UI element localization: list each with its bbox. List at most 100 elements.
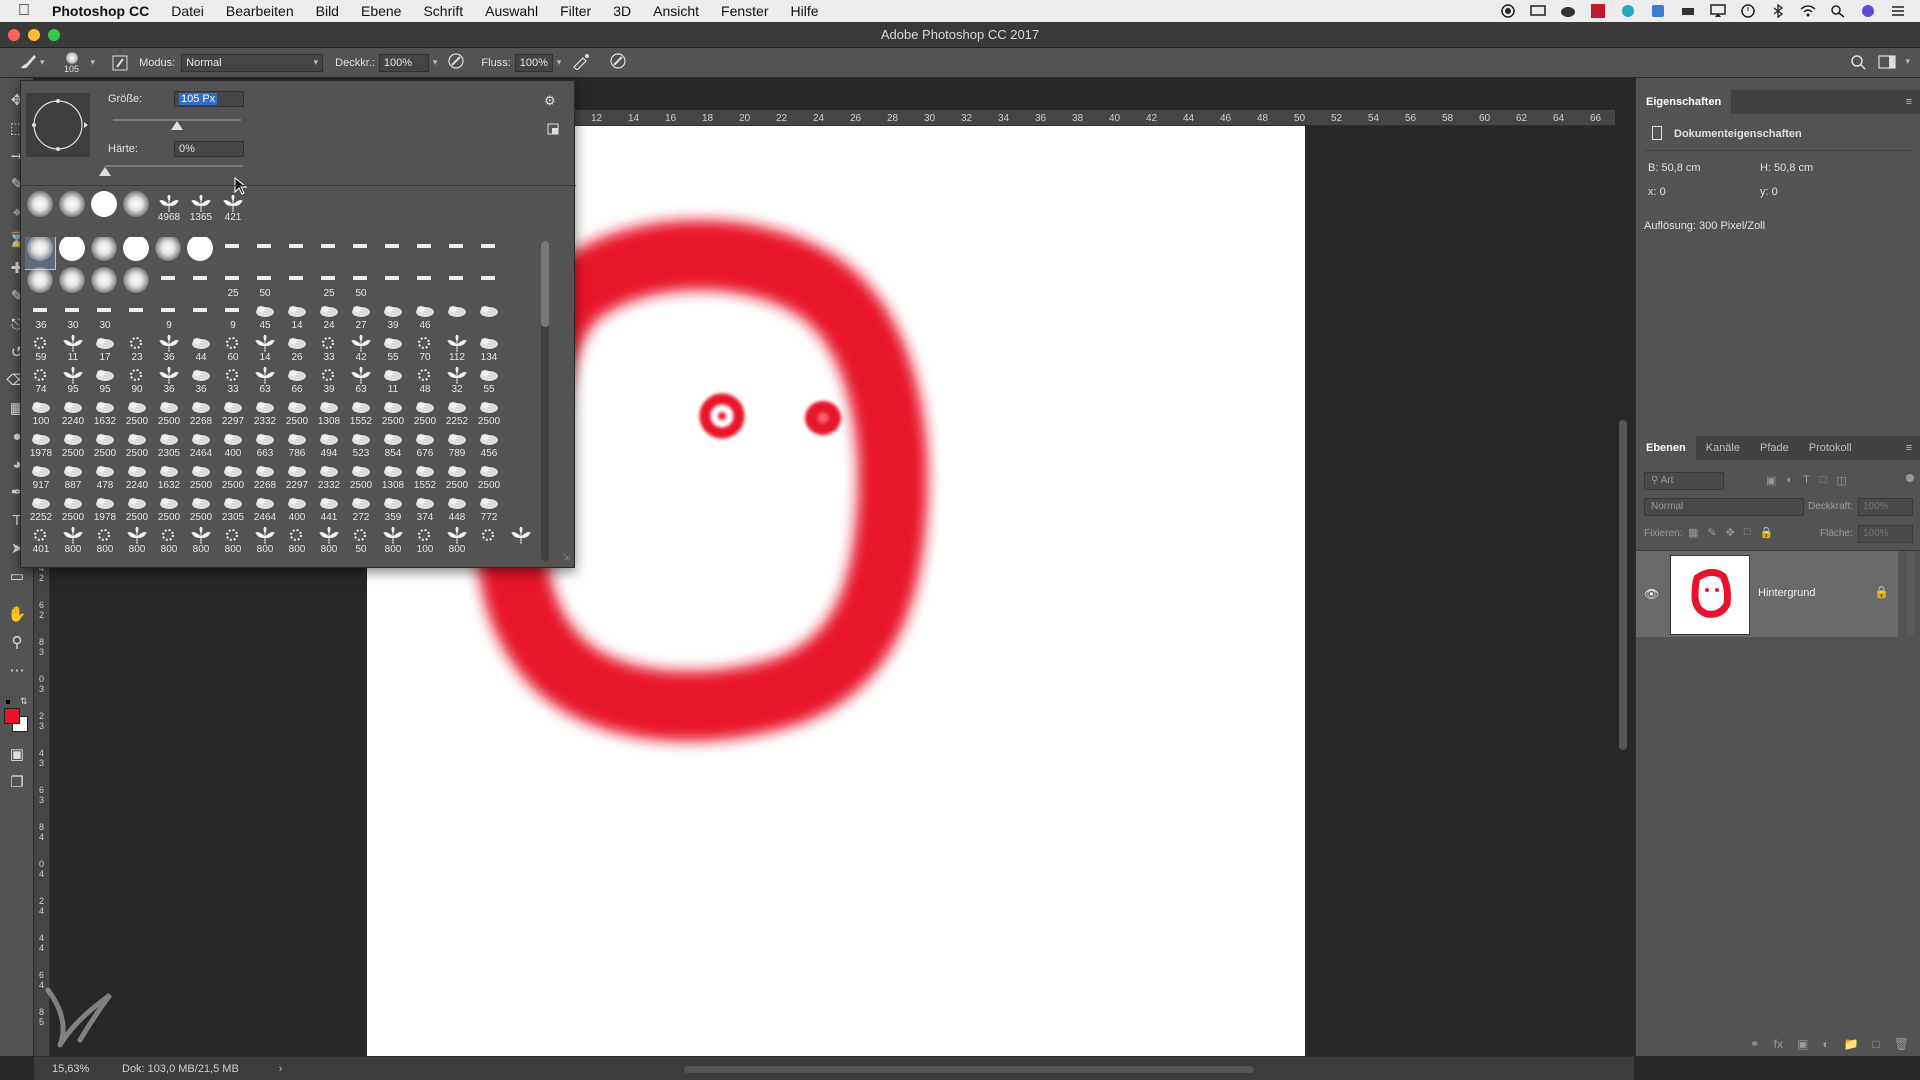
brush-preset[interactable]: 2500 [57, 429, 87, 461]
brush-preset[interactable]: 2305 [153, 429, 183, 461]
brush-preset[interactable] [185, 269, 215, 301]
quick-mask-icon[interactable]: ▣ [0, 740, 34, 768]
brush-preset[interactable]: 800 [249, 525, 279, 557]
brush-preset[interactable] [185, 301, 215, 333]
menu-schrift[interactable]: Schrift [423, 3, 463, 19]
menu-auswahl[interactable]: Auswahl [485, 3, 538, 19]
new-preset-icon[interactable] [547, 123, 559, 138]
doc-x[interactable]: x: 0 [1648, 186, 1666, 198]
brush-preset[interactable]: 917 [25, 461, 55, 493]
vertical-scrollbar[interactable] [1619, 420, 1627, 750]
brush-preset[interactable] [377, 237, 407, 269]
bluetooth-icon[interactable] [1770, 3, 1786, 19]
lock-image-icon[interactable]: ✎ [1707, 526, 1716, 539]
close-window-button[interactable] [8, 29, 20, 41]
brush-preset[interactable]: 2500 [473, 397, 503, 429]
tab-layers[interactable]: Ebenen [1636, 436, 1696, 460]
brush-preset[interactable] [185, 237, 215, 269]
flow-input[interactable]: 100% [514, 53, 553, 72]
record-icon[interactable] [1500, 4, 1516, 18]
link-layers-icon[interactable]: ⚭ [1750, 1037, 1760, 1051]
recent-brush-preset[interactable]: 4968 [153, 193, 183, 225]
brush-preset[interactable]: 800 [89, 525, 119, 557]
brush-preset[interactable]: 800 [153, 525, 183, 557]
brush-preset[interactable]: 14 [281, 301, 311, 333]
brush-preset[interactable]: 90 [121, 365, 151, 397]
brush-preset[interactable]: 800 [121, 525, 151, 557]
recent-brush-preset[interactable]: 421 [217, 193, 247, 225]
brush-preset[interactable]: 26 [281, 333, 311, 365]
brush-preset[interactable]: 478 [89, 461, 119, 493]
hardness-slider-thumb[interactable] [99, 167, 111, 176]
brush-preset[interactable] [121, 301, 151, 333]
brush-preset[interactable]: 100 [409, 525, 439, 557]
brush-preset[interactable] [249, 237, 279, 269]
brush-preset[interactable]: 800 [281, 525, 311, 557]
brush-preset[interactable]: 441 [313, 493, 343, 525]
brush-preset[interactable] [441, 301, 471, 333]
doc-width[interactable]: B: 50,8 cm [1648, 162, 1701, 174]
brush-preset[interactable]: 2500 [185, 493, 215, 525]
search-icon[interactable] [1850, 54, 1866, 73]
brush-preset[interactable]: 25 [313, 269, 343, 301]
brush-preset[interactable]: 2252 [25, 493, 55, 525]
brush-preset[interactable]: 2500 [473, 461, 503, 493]
apple-menu-icon[interactable]:  [18, 2, 30, 20]
screen-mode-icon[interactable]: ❐ [0, 768, 34, 796]
brush-preset[interactable]: 30 [89, 301, 119, 333]
brush-preset[interactable]: 48 [409, 365, 439, 397]
brush-preset[interactable]: 1308 [313, 397, 343, 429]
brush-preset[interactable]: 2500 [217, 461, 247, 493]
brush-preset[interactable]: 1978 [89, 493, 119, 525]
brush-preset[interactable]: 63 [249, 365, 279, 397]
recent-brush-preset[interactable] [89, 191, 119, 225]
brush-preset[interactable]: 17 [89, 333, 119, 365]
layer-row[interactable]: 👁 Hintergrund 🔒 [1636, 551, 1898, 637]
panel-menu-icon[interactable]: ≡ [1906, 96, 1912, 108]
foreground-color-swatch[interactable] [4, 708, 20, 724]
pressure-size-icon[interactable] [609, 52, 627, 73]
brush-preset[interactable] [217, 237, 247, 269]
zoom-level[interactable]: 15,63% [52, 1063, 112, 1075]
brush-preset[interactable]: 32 [441, 365, 471, 397]
doc-y[interactable]: y: 0 [1760, 186, 1778, 198]
brush-preset[interactable]: 800 [441, 525, 471, 557]
brush-preset[interactable] [57, 237, 87, 269]
time-machine-icon[interactable] [1740, 4, 1756, 18]
recent-brush-preset[interactable] [25, 191, 55, 225]
brush-preset[interactable]: 2268 [185, 397, 215, 429]
brush-preset[interactable]: 1308 [377, 461, 407, 493]
brush-preset[interactable]: 2500 [121, 397, 151, 429]
brush-grid-scrollbar[interactable] [541, 241, 549, 561]
brush-preset[interactable] [313, 237, 343, 269]
mode-select[interactable]: Normal ▾ [181, 53, 324, 72]
menu-bild[interactable]: Bild [316, 3, 339, 19]
brush-preset[interactable]: 523 [345, 429, 375, 461]
brush-preset[interactable] [345, 237, 375, 269]
shape-filter-icon[interactable]: □ [1820, 474, 1827, 487]
more-tools-icon[interactable]: ⋯ [0, 656, 34, 684]
recent-brush-preset[interactable]: 1365 [185, 193, 215, 225]
lock-transparent-icon[interactable]: ▦ [1688, 526, 1698, 539]
brush-preset[interactable]: 66 [281, 365, 311, 397]
brush-preset[interactable]: 400 [217, 429, 247, 461]
brush-preset[interactable]: 45 [249, 301, 279, 333]
brush-preset[interactable]: 95 [57, 365, 87, 397]
brush-preset[interactable] [505, 525, 535, 557]
brush-preset[interactable]: 2500 [57, 493, 87, 525]
brush-preset[interactable]: 11 [57, 333, 87, 365]
add-mask-icon[interactable]: ▣ [1797, 1037, 1808, 1051]
brush-preset[interactable]: 33 [217, 365, 247, 397]
brush-preset[interactable]: 2500 [345, 461, 375, 493]
adjustment-layer-icon[interactable]: ◐ [1822, 1037, 1829, 1051]
brush-preset-selected[interactable] [25, 237, 56, 270]
brush-preset[interactable] [57, 267, 87, 301]
new-layer-icon[interactable]: □ [1873, 1037, 1880, 1051]
brush-preset[interactable]: 112 [441, 333, 471, 365]
settings-gear-icon[interactable]: ⚙ [544, 93, 556, 109]
brush-preset[interactable]: 1978 [25, 429, 55, 461]
brush-preset[interactable]: 2268 [249, 461, 279, 493]
horizontal-scrollbar[interactable] [684, 1066, 1254, 1073]
brush-preset[interactable]: 44 [185, 333, 215, 365]
brush-preset[interactable]: 800 [185, 525, 215, 557]
